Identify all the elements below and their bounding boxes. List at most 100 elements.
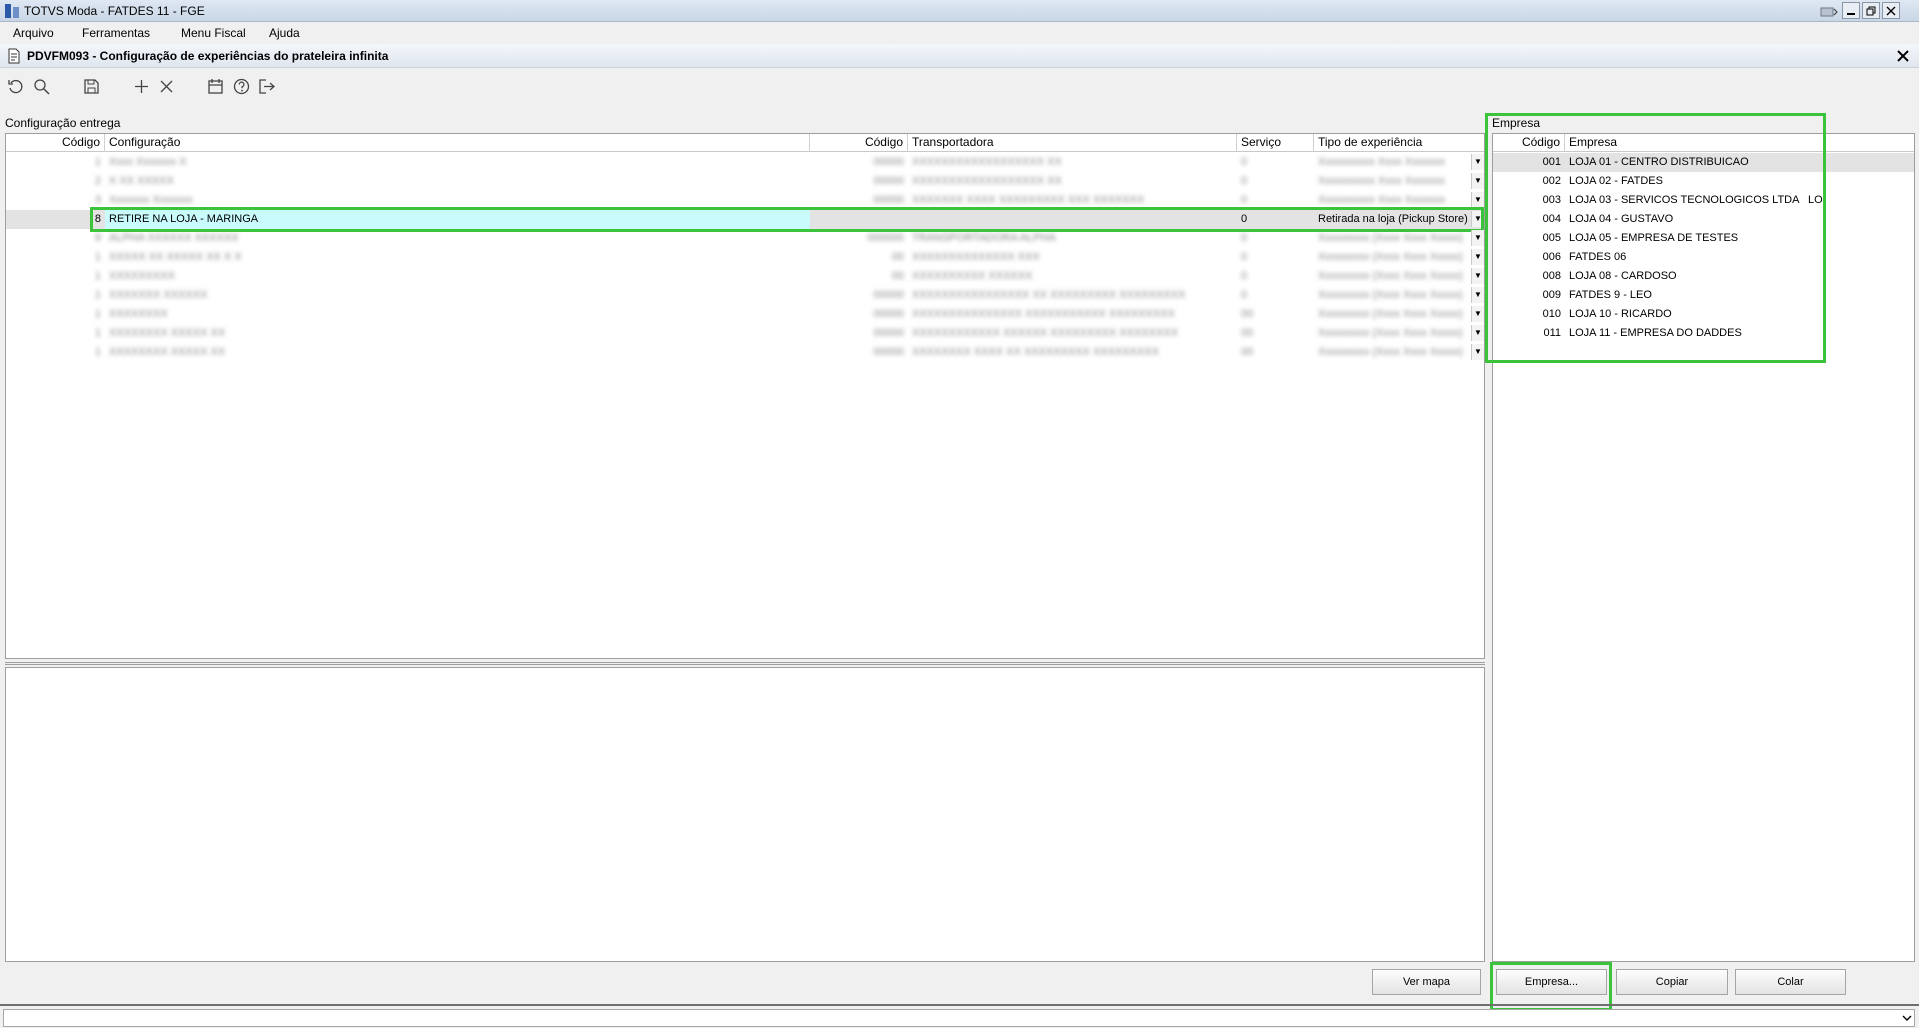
cell-codigo[interactable]: 1: [6, 153, 105, 172]
cell-servico[interactable]: 0: [1237, 229, 1314, 248]
menu-ajuda[interactable]: Ajuda: [269, 26, 300, 40]
cell-empresa-codigo[interactable]: 005: [1493, 229, 1565, 248]
cell-servico[interactable]: 0: [1237, 286, 1314, 305]
col-header-empresa-codigo[interactable]: Código: [1493, 134, 1565, 152]
cell-empresa-nome[interactable]: LOJA 02 - FATDES: [1565, 172, 1910, 191]
cell-tipo[interactable]: Xxxxxxxxx (Xxxx Xxxx Xxxxx): [1314, 286, 1471, 305]
empresa-row[interactable]: 002 LOJA 02 - FATDES: [1493, 172, 1914, 191]
cell-configuracao[interactable]: XXXXX XX XXXXX XX X X: [105, 248, 810, 267]
cell-transportadora[interactable]: XXXXXXX XXXX XXXXXXXXX XXX XXXXXXX: [908, 191, 1237, 210]
cell-configuracao[interactable]: XXXXXXXXX: [105, 267, 810, 286]
cell-codigo-transportadora[interactable]: 000000: [810, 229, 908, 248]
cell-tipo[interactable]: Xxxxxxxxx (Xxxx Xxxx Xxxxx): [1314, 248, 1471, 267]
cell-servico[interactable]: 00: [1237, 305, 1314, 324]
cell-transportadora[interactable]: XXXXXXXXXXXXXXX XXXXXXXXXXX XXXXXXXXX: [908, 305, 1237, 324]
cell-codigo-transportadora[interactable]: [810, 210, 908, 229]
cell-empresa-nome[interactable]: FATDES 06: [1565, 248, 1910, 267]
cell-codigo-transportadora[interactable]: 00000: [810, 153, 908, 172]
tipo-dropdown-icon[interactable]: ▼: [1471, 173, 1484, 189]
window-menu-icon[interactable]: [1818, 2, 1840, 19]
cell-empresa-codigo[interactable]: 010: [1493, 305, 1565, 324]
tipo-dropdown-icon[interactable]: ▼: [1471, 154, 1484, 170]
empresa-row[interactable]: 008 LOJA 08 - CARDOSO: [1493, 267, 1914, 286]
table-row[interactable]: 1 XXXXXXXX XXXXX XX 00000 XXXXXXXX XXXX XX …: [6, 343, 1484, 362]
cell-empresa-codigo[interactable]: 001: [1493, 153, 1565, 172]
cell-transportadora[interactable]: XXXXXXXXXXXXXXXX XX XXXXXXXXX XXXXXXXXX: [908, 286, 1237, 305]
cell-servico[interactable]: 0: [1237, 210, 1314, 229]
cell-tipo[interactable]: Xxxxxxxxx (Xxxx Xxxx Xxxxx): [1314, 229, 1471, 248]
cell-configuracao[interactable]: XXXXXXX XXXXXX: [105, 286, 810, 305]
cell-codigo-transportadora[interactable]: 00000: [810, 305, 908, 324]
cell-codigo-transportadora[interactable]: 00000: [810, 343, 908, 362]
minimize-button[interactable]: [1842, 2, 1860, 19]
cell-codigo[interactable]: 1: [6, 286, 105, 305]
cell-transportadora[interactable]: XXXXXXXXXX XXXXXX: [908, 267, 1237, 286]
cell-empresa-codigo[interactable]: 006: [1493, 248, 1565, 267]
cell-empresa-codigo[interactable]: 003: [1493, 191, 1565, 210]
cell-codigo-transportadora[interactable]: 00000: [810, 172, 908, 191]
cell-tipo[interactable]: Xxxxxxxxxx Xxxx Xxxxxxx: [1314, 153, 1471, 172]
cell-codigo[interactable]: 1: [6, 324, 105, 343]
cell-codigo-transportadora[interactable]: 00000: [810, 191, 908, 210]
config-grid[interactable]: Código Configuração Código Transportador…: [5, 133, 1485, 659]
cell-tipo[interactable]: Xxxxxxxxxx Xxxx Xxxxxxx: [1314, 191, 1471, 210]
tipo-dropdown-icon[interactable]: ▼: [1471, 230, 1484, 246]
cell-servico[interactable]: 00: [1237, 324, 1314, 343]
col-header-empresa[interactable]: Empresa: [1565, 134, 1914, 152]
cell-empresa-codigo[interactable]: 011: [1493, 324, 1565, 343]
cell-tipo[interactable]: Xxxxxxxxx (Xxxx Xxxx Xxxxx): [1314, 324, 1471, 343]
cell-transportadora[interactable]: XXXXXXXXXXXX XXXXXX XXXXXXXXX XXXXXXXX: [908, 324, 1237, 343]
add-button[interactable]: [131, 76, 151, 96]
empresa-row[interactable]: 011 LOJA 11 - EMPRESA DO DADDES: [1493, 324, 1914, 343]
splitter[interactable]: [5, 662, 1485, 665]
cell-codigo[interactable]: 1: [6, 267, 105, 286]
help-button[interactable]: [231, 76, 251, 96]
col-header-servico[interactable]: Serviço: [1237, 134, 1314, 152]
cell-codigo-transportadora[interactable]: 00: [810, 248, 908, 267]
table-row[interactable]: 3 Xxxxxxx Xxxxxxx 00000 XXXXXXX XXXX XXXXXX…: [6, 191, 1484, 210]
menu-fiscal[interactable]: Menu Fiscal: [181, 26, 246, 40]
col-header-codigo-transportadora[interactable]: Código: [810, 134, 908, 152]
cell-codigo[interactable]: 1: [6, 343, 105, 362]
cell-codigo-transportadora[interactable]: 00: [810, 267, 908, 286]
cell-empresa-nome[interactable]: FATDES 9 - LEO: [1565, 286, 1910, 305]
restore-button[interactable]: [1862, 2, 1880, 19]
cell-configuracao[interactable]: RETIRE NA LOJA - MARINGA: [105, 210, 810, 229]
tipo-dropdown-icon[interactable]: ▼: [1471, 268, 1484, 284]
tipo-dropdown-icon[interactable]: ▼: [1471, 306, 1484, 322]
cell-codigo[interactable]: 8: [6, 210, 105, 229]
cell-configuracao[interactable]: XXXXXXXX XXXXX XX: [105, 324, 810, 343]
calendar-button[interactable]: [205, 76, 225, 96]
cell-tipo[interactable]: Xxxxxxxxx (Xxxx Xxxx Xxxxx): [1314, 343, 1471, 362]
table-row[interactable]: 1 XXXXX XX XXXXX XX X X 00 XXXXXXXXXXXXXX X…: [6, 248, 1484, 267]
empresa-row[interactable]: 004 LOJA 04 - GUSTAVO: [1493, 210, 1914, 229]
cell-transportadora[interactable]: [908, 210, 1237, 229]
cell-tipo[interactable]: Retirada na loja (Pickup Store): [1314, 210, 1471, 229]
cell-empresa-nome[interactable]: LOJA 05 - EMPRESA DE TESTES: [1565, 229, 1910, 248]
cell-empresa-codigo[interactable]: 002: [1493, 172, 1565, 191]
cell-codigo[interactable]: 1: [6, 305, 105, 324]
ver-mapa-button[interactable]: Ver mapa: [1372, 969, 1481, 995]
cell-configuracao[interactable]: XXXXXXXX XXXXX XX: [105, 343, 810, 362]
tipo-dropdown-icon[interactable]: ▼: [1471, 287, 1484, 303]
cell-empresa-codigo[interactable]: 008: [1493, 267, 1565, 286]
cell-codigo-transportadora[interactable]: 00000: [810, 324, 908, 343]
col-header-configuracao[interactable]: Configuração: [105, 134, 810, 152]
form-close-button[interactable]: [1894, 48, 1912, 64]
cell-codigo[interactable]: 3: [6, 191, 105, 210]
col-header-tipo[interactable]: Tipo de experiência: [1314, 134, 1484, 152]
exit-button[interactable]: [256, 76, 276, 96]
copiar-button[interactable]: Copiar: [1616, 969, 1728, 995]
delete-button[interactable]: [156, 76, 176, 96]
cell-transportadora[interactable]: XXXXXXXXXXXXXXXXXX XX: [908, 172, 1237, 191]
cell-configuracao[interactable]: Xxxxxxx Xxxxxxx: [105, 191, 810, 210]
cell-empresa-nome[interactable]: LOJA 10 - RICARDO: [1565, 305, 1910, 324]
cell-codigo[interactable]: 9: [6, 229, 105, 248]
cell-servico[interactable]: 0: [1237, 248, 1314, 267]
cell-servico[interactable]: 0: [1237, 191, 1314, 210]
cell-servico[interactable]: 0: [1237, 267, 1314, 286]
cell-empresa-nome[interactable]: LOJA 01 - CENTRO DISTRIBUICAO: [1565, 153, 1910, 172]
colar-button[interactable]: Colar: [1735, 969, 1846, 995]
table-row[interactable]: 1 XXXXXXXXX 00 XXXXXXXXXX XXXXXX 0 Xxxxxxxxx …: [6, 267, 1484, 286]
empresa-row[interactable]: 006 FATDES 06: [1493, 248, 1914, 267]
